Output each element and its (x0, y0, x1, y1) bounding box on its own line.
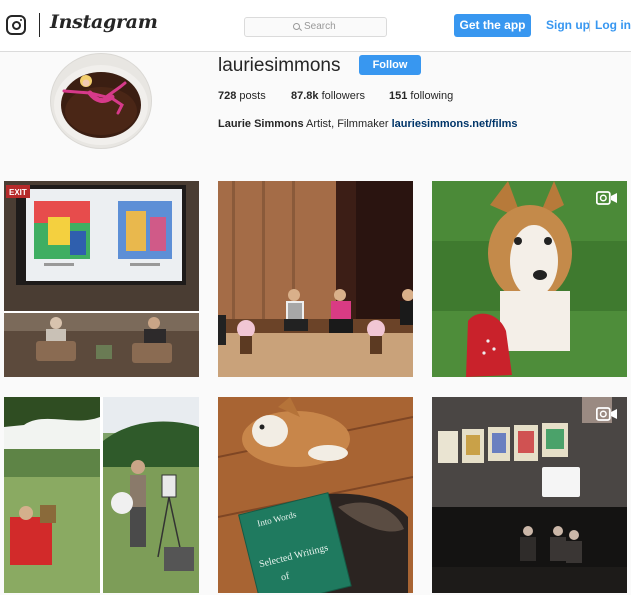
posts-number: 728 (218, 90, 237, 102)
profile-bio-text: Artist, Filmmaker (306, 118, 389, 130)
post-thumbnail[interactable] (218, 181, 413, 377)
following-number: 151 (389, 90, 408, 102)
search-input[interactable]: Search (244, 17, 387, 37)
nav-separator: | (588, 18, 592, 32)
post-thumbnail[interactable]: EXIT (4, 181, 199, 377)
followers-number: 87.8k (291, 90, 319, 102)
following-count[interactable]: 151 following (389, 90, 453, 102)
search-placeholder: Search (304, 21, 336, 32)
post-thumbnail[interactable]: Into Words Selected Writings of (218, 397, 413, 593)
post-thumbnail[interactable] (432, 397, 627, 593)
profile-bio: Laurie Simmons Artist, Filmmaker lauries… (218, 118, 518, 130)
video-icon (596, 407, 617, 421)
top-nav-bar: Instagram Search Get the app Sign up | L… (0, 0, 631, 52)
instagram-glyph-icon[interactable] (6, 15, 26, 35)
follow-button[interactable]: Follow (359, 55, 421, 75)
exit-sign-text: EXIT (9, 188, 27, 197)
search-icon (293, 23, 300, 30)
instagram-wordmark[interactable]: Instagram (50, 11, 158, 33)
following-label: following (410, 90, 454, 102)
sign-up-link[interactable]: Sign up (546, 18, 590, 32)
posts-label: posts (239, 90, 266, 102)
profile-avatar (50, 53, 152, 149)
get-the-app-button[interactable]: Get the app (454, 14, 531, 37)
posts-count: 728 posts (218, 90, 266, 102)
profile-website-link[interactable]: lauriesimmons.net/films (392, 118, 518, 130)
profile-username: lauriesimmons (218, 55, 341, 76)
followers-count[interactable]: 87.8k followers (291, 90, 365, 102)
followers-label: followers (321, 90, 365, 102)
nav-divider (39, 13, 40, 37)
video-icon (596, 191, 617, 205)
log-in-link[interactable]: Log in (595, 18, 631, 32)
post-thumbnail[interactable] (432, 181, 627, 377)
profile-full-name: Laurie Simmons (218, 118, 304, 130)
post-thumbnail[interactable] (4, 397, 199, 593)
